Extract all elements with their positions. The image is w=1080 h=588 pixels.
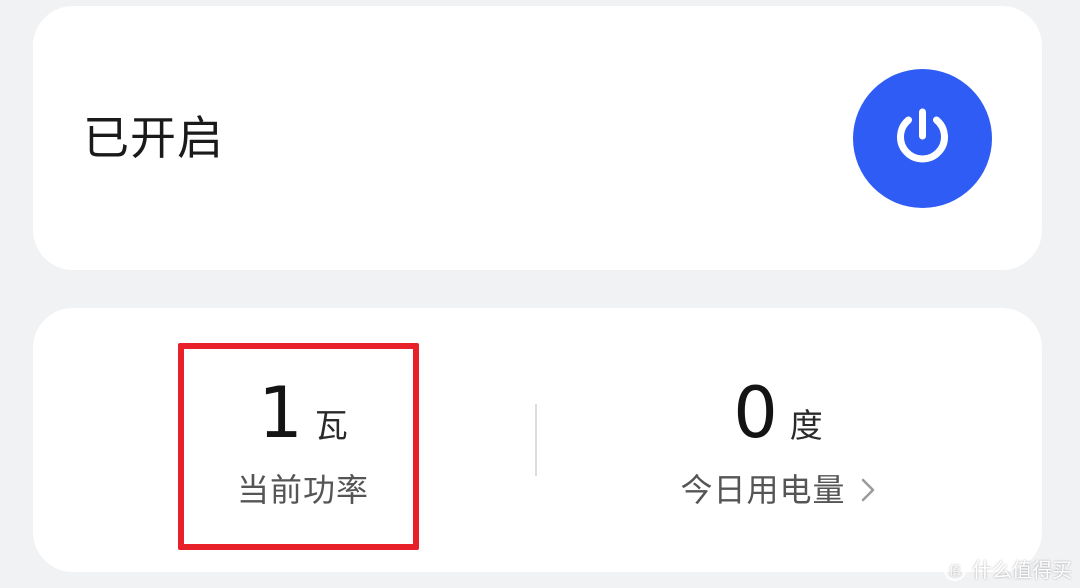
status-card: 已开启 (33, 6, 1042, 270)
power-icon (897, 108, 948, 163)
highlight-annotation-box (178, 343, 419, 550)
smzdm-logo: 值 (944, 559, 966, 581)
today-energy-caption-row[interactable]: 今日用电量 (653, 468, 903, 512)
today-energy-value: 0 (733, 372, 778, 454)
watermark-text: 什么值得买 (972, 558, 1072, 582)
device-status-label: 已开启 (83, 111, 224, 165)
svg-text:值: 值 (949, 563, 961, 578)
today-energy-unit: 度 (789, 406, 823, 445)
watermark: 值 什么值得买 (944, 558, 1072, 582)
stats-divider (535, 404, 537, 476)
power-toggle-button[interactable] (853, 69, 992, 208)
today-energy-label: 今日用电量 (680, 471, 846, 509)
today-energy-stat[interactable]: 0 度 今日用电量 (653, 368, 903, 512)
chevron-right-icon[interactable] (860, 477, 876, 503)
today-energy-value-row: 0 度 (653, 368, 903, 458)
